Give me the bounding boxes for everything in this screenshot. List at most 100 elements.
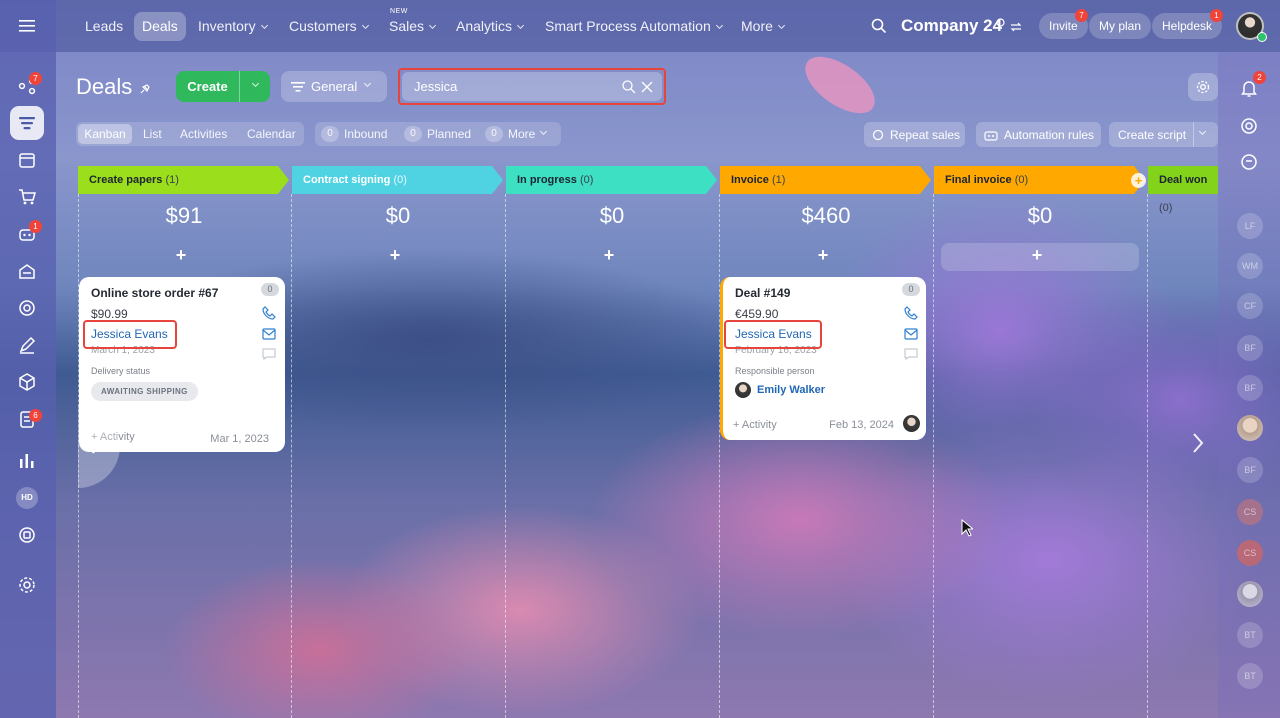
search-icon[interactable]	[870, 17, 888, 35]
mail-icon[interactable]	[262, 328, 276, 340]
robots-badge: 1	[29, 220, 42, 233]
chevron-down-icon[interactable]	[1198, 127, 1207, 136]
stage-sum: $0	[385, 203, 411, 228]
contact-avatar-photo[interactable]	[1237, 581, 1263, 607]
contact-avatar[interactable]: WM	[1237, 253, 1263, 279]
stage-count: (0)	[579, 174, 594, 186]
chevron-down-icon[interactable]	[240, 79, 270, 89]
stage-deal-won[interactable]: Deal won (0)	[1148, 166, 1218, 214]
sidebar-shop[interactable]	[10, 180, 44, 214]
contact-avatar[interactable]: BF	[1237, 375, 1263, 401]
stage-create-papers[interactable]: Create papers (1)	[78, 166, 289, 194]
sidebar-sign[interactable]	[10, 328, 44, 362]
sidebar-analytics[interactable]	[10, 443, 44, 477]
my-plan-button[interactable]: My plan	[1089, 13, 1152, 39]
mail-icon[interactable]	[904, 328, 918, 340]
counter-inbound[interactable]: 0 Inbound	[321, 125, 387, 143]
chevron-down-icon	[540, 127, 548, 135]
contact-avatar[interactable]: BT	[1237, 622, 1263, 648]
repeat-sales-button[interactable]: Repeat sales	[864, 122, 965, 147]
counter-more[interactable]: 0 More	[485, 125, 548, 143]
menu-icon[interactable]	[18, 18, 36, 34]
chat-icon[interactable]	[262, 348, 276, 360]
gear-icon	[19, 577, 35, 593]
contact-avatar[interactable]: CS	[1237, 499, 1263, 525]
company-name[interactable]: Company 24	[901, 16, 1002, 36]
contact-avatar[interactable]: LF	[1237, 213, 1263, 239]
phone-icon[interactable]	[262, 306, 276, 320]
sidebar-helpdesk[interactable]: HD	[16, 487, 38, 509]
nav-analytics[interactable]: Analytics	[448, 12, 531, 41]
quick-add-button[interactable]: +	[716, 245, 930, 266]
sidebar-calendar[interactable]	[10, 143, 44, 177]
chat-icon[interactable]	[904, 348, 918, 360]
sidebar-settings[interactable]	[10, 568, 44, 602]
tab-calendar-label: Calendar	[247, 127, 296, 141]
search-highlight	[398, 68, 666, 105]
nav-leads[interactable]: Leads	[77, 12, 131, 41]
chevron-down-icon	[428, 21, 437, 30]
tab-activities[interactable]: Activities	[174, 124, 233, 144]
deal-title[interactable]: Online store order #67	[91, 286, 218, 300]
contact-avatar[interactable]: BF	[1237, 457, 1263, 483]
scroll-right-button[interactable]	[1192, 432, 1212, 460]
tab-kanban[interactable]: Kanban	[78, 124, 132, 144]
cart-icon	[19, 189, 36, 205]
copilot-button[interactable]	[1240, 117, 1260, 137]
add-activity-link[interactable]: + Activity	[733, 419, 777, 431]
nav-smart-process-label: Smart Process Automation	[545, 18, 711, 34]
chevron-down-icon	[364, 79, 372, 88]
stage-in-progress[interactable]: In progress (0)	[506, 166, 717, 194]
filter-icon	[291, 81, 305, 92]
nav-inventory[interactable]: Inventory	[190, 12, 275, 41]
create-button[interactable]: Create	[176, 71, 270, 102]
nav-more[interactable]: More	[733, 12, 792, 41]
contact-avatar[interactable]: BF	[1237, 335, 1263, 361]
deal-title[interactable]: Deal #149	[735, 286, 790, 300]
quick-add-button[interactable]: +	[74, 245, 288, 266]
automation-rules-button[interactable]: Automation rules	[976, 122, 1101, 147]
kanban-settings-button[interactable]	[1188, 73, 1218, 101]
add-stage-icon[interactable]: +	[1131, 173, 1146, 188]
invite-label: Invite	[1049, 19, 1078, 33]
calendar-icon	[19, 153, 35, 168]
switch-icon[interactable]	[1009, 21, 1023, 33]
nav-inventory-label: Inventory	[198, 18, 256, 34]
counter-planned[interactable]: 0 Planned	[404, 125, 471, 143]
stage-contract-signing[interactable]: Contract signing (0)	[292, 166, 503, 194]
nav-smart-process[interactable]: Smart Process Automation	[537, 12, 730, 41]
pin-icon[interactable]	[138, 82, 152, 96]
counter-more-count: 0	[485, 126, 503, 142]
target-icon	[19, 300, 35, 316]
phone-icon[interactable]	[904, 306, 918, 320]
sidebar-sites[interactable]	[10, 254, 44, 288]
nav-deals[interactable]: Deals	[134, 12, 186, 41]
contact-avatar-photo[interactable]	[1237, 415, 1263, 441]
create-script-label: Create script	[1118, 127, 1187, 142]
contact-avatar[interactable]: CF	[1237, 293, 1263, 319]
quick-add-button[interactable]: +	[502, 245, 716, 266]
quick-add-button[interactable]: +	[288, 245, 502, 266]
quick-add-button[interactable]: +	[930, 245, 1144, 266]
stage-invoice[interactable]: Invoice (1)	[720, 166, 931, 194]
sidebar-inventory[interactable]	[10, 365, 44, 399]
tab-list[interactable]: List	[136, 124, 169, 144]
nav-sales[interactable]: Sales	[381, 12, 443, 41]
create-script-button[interactable]: Create script	[1109, 122, 1218, 147]
sidebar-crm[interactable]	[10, 106, 44, 140]
deal-card[interactable]: Deal #149 0 €459.90 Jessica Evans Februa…	[720, 277, 926, 440]
counter-planned-count: 0	[404, 126, 422, 142]
chat-button[interactable]	[1240, 153, 1260, 173]
nav-customers[interactable]: Customers	[281, 12, 376, 41]
sidebar-marketing[interactable]	[10, 291, 44, 325]
tab-calendar[interactable]: Calendar	[241, 124, 302, 144]
filter-preset-button[interactable]: General	[281, 71, 387, 102]
stage-count: (0)	[1159, 202, 1173, 214]
contact-avatar[interactable]: CS	[1237, 540, 1263, 566]
sidebar-support[interactable]	[10, 518, 44, 552]
field-label: Delivery status	[91, 366, 151, 376]
contact-avatar[interactable]: BT	[1237, 663, 1263, 689]
stage-final-invoice[interactable]: Final invoice (0)	[934, 166, 1145, 194]
repeat-icon	[872, 129, 884, 140]
responsible-person[interactable]: Emily Walker	[757, 384, 825, 396]
